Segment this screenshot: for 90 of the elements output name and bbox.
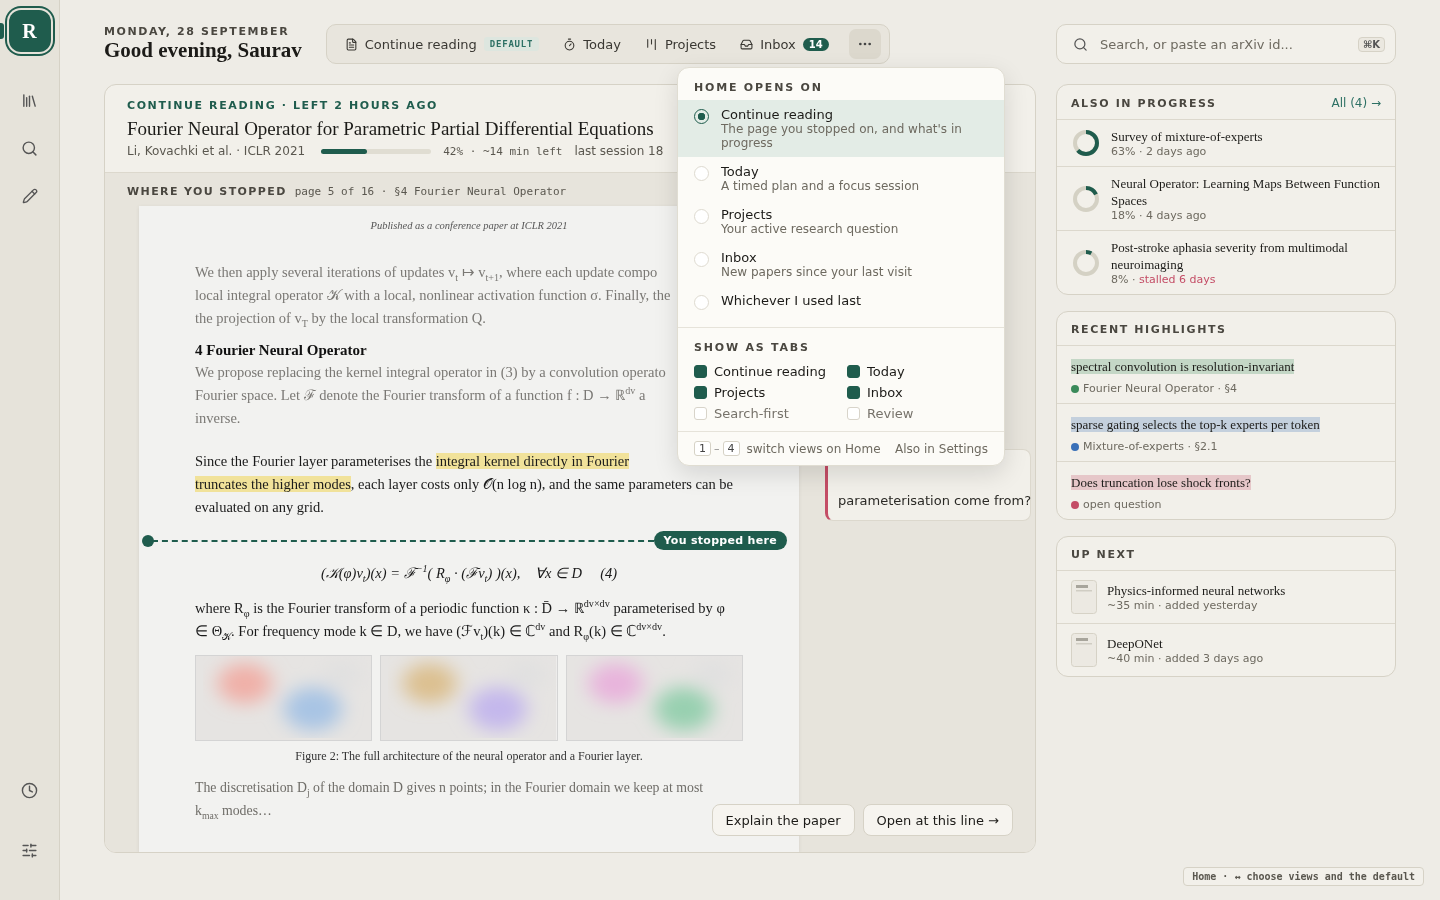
progress-item[interactable]: Survey of mixture-of-experts 63% · 2 days ago (1057, 120, 1395, 167)
panel-title: RECENT HIGHLIGHTS (1071, 323, 1227, 336)
menu-heading: HOME OPENS ON (693, 80, 824, 96)
menu-option[interactable]: Projects Your active research question (678, 200, 1004, 243)
view-tab[interactable]: Continue reading DEFAULT (334, 29, 550, 59)
all-link[interactable]: All (4) → (1331, 96, 1381, 110)
highlight-source: Mixture-of-experts · §2.1 (1083, 440, 1218, 453)
columns-icon (644, 37, 658, 51)
inbox-icon (740, 37, 754, 51)
paper-title[interactable]: Fourier Neural Operator for Parametric Partial Differential Equations (127, 118, 654, 140)
highlight-item[interactable]: Does truncation lose shock fronts? open question (1057, 462, 1395, 519)
highlight-text: Does truncation lose shock fronts? (1071, 475, 1251, 490)
tab-checkbox[interactable]: Continue reading (694, 364, 847, 379)
stopped-label: You stopped here (653, 531, 787, 550)
footer-hint: Home · ↔ choose views and the default (1183, 867, 1424, 886)
item-meta: 63% · 2 days ago (1111, 145, 1208, 158)
pencil-icon (21, 188, 38, 204)
paper-authors: Li, Kovachki et al. · ICLR 2021 (127, 144, 306, 158)
document-icon (1071, 633, 1097, 667)
paper-paragraph: where R$_{φ}$ is the Fourier transform of a periodic function κ : D̄ → ℝ$^{dv×dv}$ parameterised by φ ∈ Θ$_{𝒦}$. For frequency mode k ∈ D, we have (ℱv$_{t}$)(k) ∈ ℂ$^{dv}$ and R$_{φ}$(k) ∈ ℂ$^{dv×dv}$. (195, 597, 725, 643)
highlight-source: open question (1083, 498, 1162, 511)
menu-option[interactable]: Continue reading The page you stopped on, and what's in progress (678, 100, 1004, 157)
key-separator: – (714, 442, 720, 455)
greeting: Good evening, Saurav (104, 38, 302, 63)
radio[interactable] (694, 109, 709, 124)
timer-icon (563, 37, 577, 51)
key-cap: 4 (722, 441, 740, 456)
note-text: parameterisation come from? (838, 493, 1032, 508)
item-title: Neural Operator: Learning Maps Between Function Spaces (1111, 175, 1381, 209)
tab-checkbox[interactable]: Today (847, 364, 988, 379)
figure-caption: Figure 2: The full architecture of the neural operator and a Fourier layer. (294, 749, 644, 764)
document-icon (344, 37, 358, 51)
paper-paragraph: The discretisation D$_{j}$ of the domain D gives n points; in the Fourier domain we keep at most k$_{max}$ modes… (195, 779, 704, 822)
search-bar[interactable]: Search, or paste an arXiv id... ⌘K (1056, 24, 1396, 64)
highlight-text: sparse gating selects the top-k experts per token (1071, 417, 1320, 432)
item-meta: ~40 min · added 3 days ago (1107, 652, 1264, 665)
books-icon (21, 91, 38, 109)
menu-option[interactable]: Inbox New papers since your last visit (678, 243, 1004, 286)
menu-option[interactable]: Whichever I used last (678, 286, 1004, 317)
view-tab[interactable]: Today (553, 29, 631, 59)
section-heading: 4 Fourier Neural Operator (195, 342, 367, 359)
action-button[interactable]: Explain the paper (711, 804, 855, 836)
paper-paragraph: We propose replacing the kernel integral operator in (3) by a convolution operato Fourier space. Let ℱ denote the Fourier transform of a function f : D → ℝ$^{dv}$ a inverse. (195, 363, 666, 428)
item-meta: 18% · 4 days ago (1111, 209, 1208, 222)
shortcut-key: ⌘K (1357, 36, 1385, 52)
checkbox[interactable] (847, 365, 860, 378)
tab-checkbox[interactable]: Review (847, 406, 988, 421)
item-title: Physics-informed neural networks (1107, 582, 1286, 599)
panel-title: ALSO IN PROGRESS (1071, 96, 1217, 110)
tab-checkbox[interactable]: Inbox (847, 385, 988, 400)
session-text: last session 18 (574, 144, 664, 158)
progress-text: 42% · ~14 min left (443, 144, 563, 158)
tab-checkbox[interactable]: Search-first (694, 406, 847, 421)
search-icon (1073, 36, 1088, 52)
highlight-item[interactable]: sparse gating selects the top-k experts per token Mixture-of-experts · §2.1 (1057, 404, 1395, 462)
queue-item[interactable]: DeepONet ~40 min · added 3 days ago (1057, 624, 1395, 676)
panel-title: UP NEXT (1071, 548, 1136, 561)
search-input[interactable]: Search, or paste an arXiv id... (1098, 35, 1348, 53)
view-tab[interactable]: Projects (634, 29, 727, 59)
search-icon (21, 139, 38, 157)
section-label: WHERE YOU STOPPED (127, 185, 287, 198)
queue-item[interactable]: Physics-informed neural networks ~35 min · added yesterday (1057, 571, 1395, 624)
card-eyebrow: CONTINUE READING · LEFT 2 HOURS AGO (127, 99, 439, 112)
tab-checkbox[interactable]: Projects (694, 385, 847, 400)
highlight-item[interactable]: spectral convolution is resolution-invariant Fourier Neural Operator · §4 (1057, 346, 1395, 404)
running-head: Published as a conference paper at ICLR 2021 (370, 220, 568, 231)
menu-option[interactable]: Today A timed plan and a focus session (678, 157, 1004, 200)
checkbox[interactable] (847, 386, 860, 399)
item-meta: ~35 min · added yesterday (1107, 599, 1259, 612)
view-tab[interactable]: Inbox 14 (730, 29, 839, 59)
highlight-text: spectral convolution is resolution-invariant (1071, 359, 1295, 374)
checkbox[interactable] (694, 365, 707, 378)
item-title: DeepONet (1107, 635, 1164, 652)
history-icon (21, 781, 38, 799)
paper-paragraph: We then apply several iterations of updates v$_{t}$ ↦ v$_{t+1}$, where each update compo local integral operator 𝒦 with a local, nonlinear activation function σ. Finally, the the projection of v$_{T}$ by the local transformation Q. (195, 263, 671, 330)
equation: (𝒦(φ)v$_{t}$)(x) = ℱ$^{−1}$( R$_{φ}$ · (ℱv$_{t}$) )(x), ∀x ∈ D (4) (320, 562, 618, 585)
action-button[interactable]: Open at this line → (862, 804, 1013, 836)
progress-item[interactable]: Post-stroke aphasia severity from multimodal neuroimaging 8% · stalled 6 days (1057, 231, 1395, 294)
key-cap: 1 (694, 441, 711, 456)
menu-heading: SHOW AS TABS (693, 340, 811, 356)
item-title: Post-stroke aphasia severity from multimodal neuroimaging (1111, 239, 1349, 273)
stopped-location: page 5 of 16 · §4 Fourier Neural Operator (294, 185, 567, 198)
document-icon (1071, 580, 1097, 614)
checkbox[interactable] (694, 386, 707, 399)
settings-icon (21, 841, 38, 859)
highlight-source: Fourier Neural Operator · §4 (1083, 382, 1237, 395)
progress-item[interactable]: Neural Operator: Learning Maps Between Function Spaces 18% · 4 days ago (1057, 167, 1395, 231)
item-meta: 8% · stalled 6 days (1111, 273, 1217, 286)
item-title: Survey of mixture-of-experts (1111, 128, 1263, 145)
date-label: MONDAY, 28 SEPTEMBER (104, 25, 291, 38)
